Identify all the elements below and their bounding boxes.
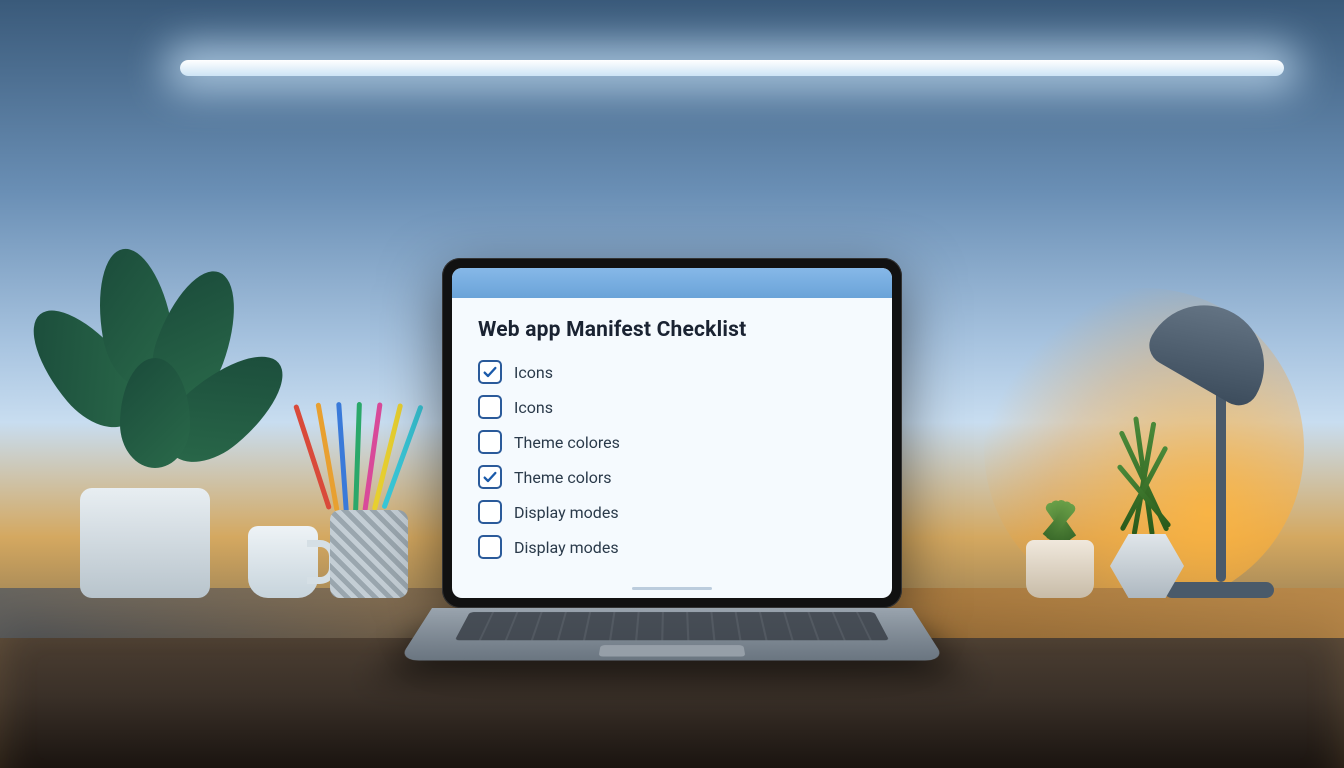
- succulent-pot: [1026, 540, 1094, 598]
- checkbox[interactable]: [478, 465, 502, 489]
- checkbox[interactable]: [478, 360, 502, 384]
- checklist-item-label: Icons: [514, 363, 553, 382]
- checklist-row: Theme colores: [478, 430, 866, 454]
- desk-lamp-head: [1142, 283, 1286, 412]
- checklist-item-label: Theme colors: [514, 468, 612, 487]
- checklist-row: Icons: [478, 360, 866, 384]
- ceiling-light: [180, 60, 1284, 76]
- checklist-item-label: Display modes: [514, 503, 619, 522]
- checklist-row: Display modes: [478, 535, 866, 559]
- checklist-item-label: Icons: [514, 398, 553, 417]
- laptop-trackpad: [599, 645, 746, 656]
- checklist-row: Icons: [478, 395, 866, 419]
- checklist-item-label: Display modes: [514, 538, 619, 557]
- checklist-panel: Web app Manifest Checklist Icons Icons The…: [452, 298, 892, 586]
- page-title: Web app Manifest Checklist: [478, 318, 866, 342]
- checkbox[interactable]: [478, 500, 502, 524]
- large-plant: [40, 238, 260, 498]
- checklist-item-label: Theme colores: [514, 433, 620, 452]
- laptop: Web app Manifest Checklist Icons Icons The…: [432, 258, 912, 698]
- large-plant-pot: [80, 488, 210, 598]
- laptop-screen-bezel: Web app Manifest Checklist Icons Icons The…: [442, 258, 902, 608]
- checklist-row: Theme colors: [478, 465, 866, 489]
- checkbox[interactable]: [478, 395, 502, 419]
- laptop-base: [432, 608, 912, 698]
- fern-plant: [1094, 416, 1194, 536]
- laptop-screen: Web app Manifest Checklist Icons Icons The…: [452, 268, 892, 598]
- desk-lamp-base: [1164, 582, 1274, 598]
- checkbox[interactable]: [478, 535, 502, 559]
- succulent-plant: [1032, 496, 1088, 542]
- desk-scene: Web app Manifest Checklist Icons Icons The…: [0, 0, 1344, 768]
- checklist-row: Display modes: [478, 500, 866, 524]
- laptop-keyboard: [455, 612, 889, 640]
- coffee-mug: [248, 526, 318, 598]
- window-titlebar: [452, 268, 892, 298]
- pen-cup: [330, 510, 408, 598]
- checkbox[interactable]: [478, 430, 502, 454]
- pen-holder-pens: [300, 402, 420, 512]
- home-indicator: [632, 587, 712, 590]
